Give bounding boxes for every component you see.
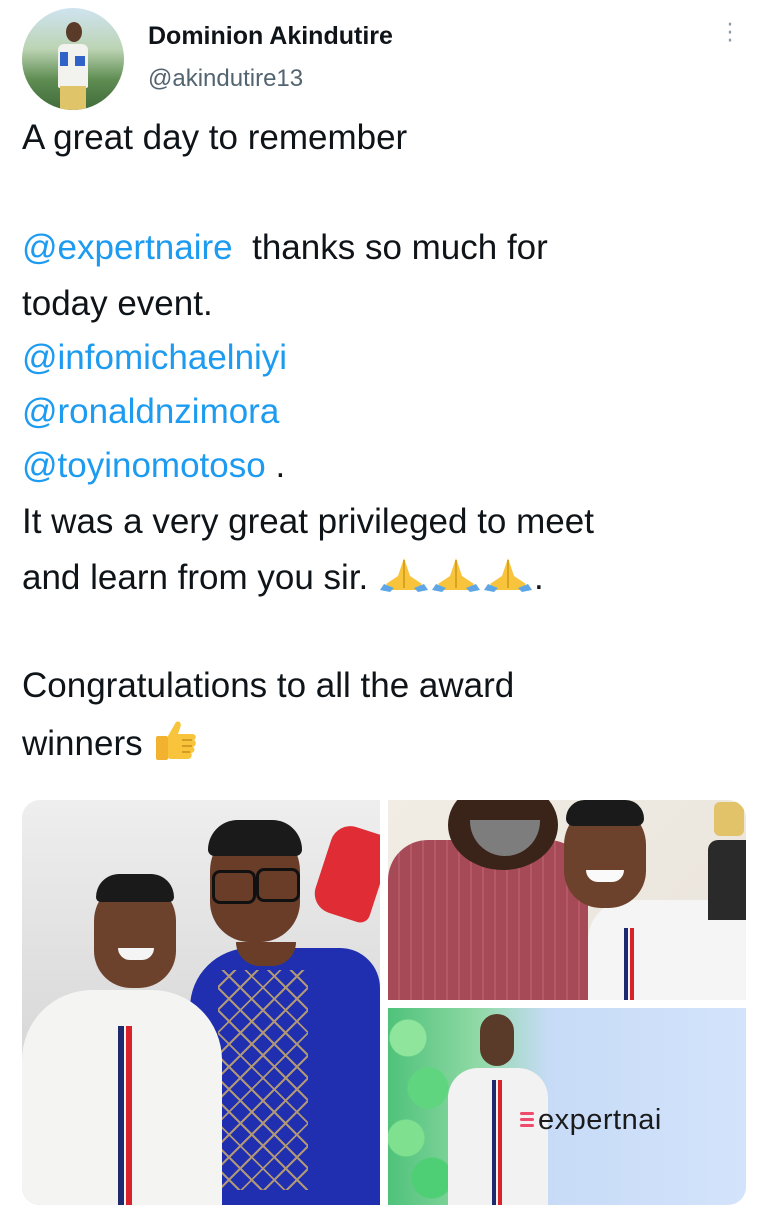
- author-name[interactable]: Dominion Akindutire: [148, 20, 393, 52]
- tweet-text-line: today event.: [22, 284, 213, 323]
- folded-hands-icon: [378, 554, 430, 605]
- tweet-text-line: and learn from you sir. .: [22, 554, 544, 605]
- tweet-text-line: winners: [22, 718, 198, 773]
- banner-text: expertnai: [538, 1104, 662, 1136]
- tweet-text-line: Congratulations to all the award: [22, 666, 515, 705]
- photo-two-men[interactable]: [22, 800, 380, 1205]
- photo-expertnaire-banner[interactable]: expertnai: [388, 1008, 746, 1205]
- avatar[interactable]: [22, 8, 124, 110]
- mention-link[interactable]: @toyinomotoso: [22, 446, 266, 485]
- mention-link[interactable]: @ronaldnzimora: [22, 390, 279, 434]
- folded-hands-icon: [482, 554, 534, 605]
- tweet-text-line: @expertnaire thanks so much for: [22, 226, 548, 270]
- folded-hands-icon: [430, 554, 482, 605]
- photo-close-up[interactable]: [388, 800, 746, 1000]
- tweet-text-line: A great day to remember: [22, 118, 408, 157]
- tweet-text: winners: [22, 723, 143, 763]
- mention-link[interactable]: @expertnaire: [22, 228, 233, 267]
- tweet-text-line: It was a very great privileged to meet: [22, 502, 594, 541]
- tweet-text-line: @toyinomotoso .: [22, 444, 285, 488]
- expertnaire-logo-icon: [520, 1112, 536, 1130]
- tweet-text: .: [275, 446, 286, 485]
- tweet-text: .: [534, 557, 544, 597]
- tweet-text: and learn from you sir.: [22, 557, 369, 597]
- tweet-text: thanks so much for: [252, 228, 548, 267]
- mention-link[interactable]: @infomichaelniyi: [22, 336, 287, 380]
- more-vertical-icon[interactable]: · · ·: [720, 15, 740, 53]
- media-grid[interactable]: expertnai: [22, 800, 746, 1205]
- thumbs-up-icon: [152, 718, 198, 773]
- author-handle[interactable]: @akindutire13: [148, 64, 303, 94]
